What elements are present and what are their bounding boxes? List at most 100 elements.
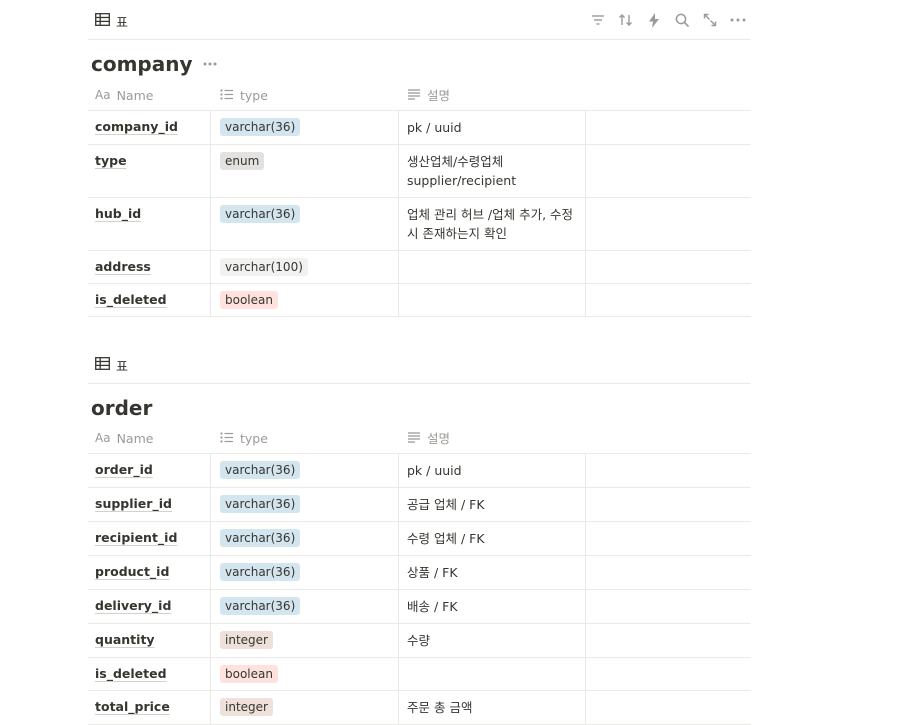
type-cell[interactable]: varchar(36) (211, 590, 399, 623)
more-icon[interactable] (729, 11, 747, 29)
type-cell[interactable]: varchar(36) (211, 454, 399, 487)
name-cell[interactable]: order_id (88, 454, 211, 487)
empty-cell[interactable] (586, 145, 751, 197)
column-header-name[interactable]: Aa Name (88, 80, 211, 110)
name-cell[interactable]: total_price (88, 691, 211, 724)
description-cell[interactable]: 업체 관리 허브 /업체 추가, 수정 시 존재하는지 확인 (399, 198, 586, 250)
description-cell[interactable]: 상품 / FK (399, 556, 586, 589)
lightning-icon[interactable] (645, 11, 663, 29)
database-title-company[interactable]: company (91, 52, 217, 76)
description-cell[interactable] (399, 284, 586, 316)
empty-cell[interactable] (586, 658, 751, 690)
row-name[interactable]: company_id (95, 119, 178, 134)
type-cell[interactable]: enum (211, 145, 399, 197)
name-cell[interactable]: recipient_id (88, 522, 211, 555)
table-row[interactable]: order_id varchar(36) pk / uuid (88, 454, 751, 488)
empty-cell[interactable] (586, 590, 751, 623)
description-cell[interactable]: 수량 (399, 624, 586, 657)
name-cell[interactable]: product_id (88, 556, 211, 589)
description-cell[interactable] (399, 251, 586, 283)
name-cell[interactable]: is_deleted (88, 284, 211, 316)
empty-cell[interactable] (586, 624, 751, 657)
view-tab-table[interactable]: 표 (95, 12, 128, 31)
empty-cell[interactable] (586, 691, 751, 724)
description-cell[interactable] (399, 658, 586, 690)
description-cell[interactable]: pk / uuid (399, 111, 586, 144)
expand-icon[interactable] (701, 11, 719, 29)
empty-cell[interactable] (586, 198, 751, 250)
row-name[interactable]: recipient_id (95, 530, 177, 545)
table-row[interactable]: is_deleted boolean (88, 284, 751, 317)
table-row[interactable]: address varchar(100) (88, 251, 751, 284)
description-cell[interactable]: 주문 총 금액 (399, 691, 586, 724)
row-name[interactable]: supplier_id (95, 496, 172, 511)
name-cell[interactable]: is_deleted (88, 658, 211, 690)
empty-cell[interactable] (586, 454, 751, 487)
view-bar-order: 표 (88, 344, 751, 384)
row-name[interactable]: is_deleted (95, 292, 167, 307)
empty-cell[interactable] (586, 284, 751, 316)
row-name[interactable]: quantity (95, 632, 155, 647)
empty-cell[interactable] (586, 522, 751, 555)
name-cell[interactable]: address (88, 251, 211, 283)
name-cell[interactable]: hub_id (88, 198, 211, 250)
column-header-description[interactable]: 설명 (399, 80, 586, 110)
type-cell[interactable]: varchar(36) (211, 488, 399, 521)
sort-icon[interactable] (617, 11, 635, 29)
empty-cell[interactable] (586, 556, 751, 589)
more-icon[interactable] (203, 62, 217, 66)
row-name[interactable]: order_id (95, 462, 153, 477)
table-row[interactable]: product_id varchar(36) 상품 / FK (88, 556, 751, 590)
name-cell[interactable]: delivery_id (88, 590, 211, 623)
name-cell[interactable]: type (88, 145, 211, 197)
type-cell[interactable]: boolean (211, 284, 399, 316)
type-cell[interactable]: boolean (211, 658, 399, 690)
column-header-name[interactable]: Aa Name (88, 423, 211, 453)
empty-cell[interactable] (586, 111, 751, 144)
type-tag: varchar(36) (220, 461, 301, 479)
row-name[interactable]: is_deleted (95, 666, 167, 681)
row-name[interactable]: type (95, 153, 127, 168)
description-cell[interactable]: 생산업체/수령업체 supplier/recipient (399, 145, 586, 197)
type-cell[interactable]: varchar(36) (211, 198, 399, 250)
description-cell[interactable]: 배송 / FK (399, 590, 586, 623)
empty-cell[interactable] (586, 251, 751, 283)
description-cell[interactable]: 수령 업체 / FK (399, 522, 586, 555)
empty-cell[interactable] (586, 488, 751, 521)
type-cell[interactable]: varchar(100) (211, 251, 399, 283)
filter-icon[interactable] (589, 11, 607, 29)
type-cell[interactable]: varchar(36) (211, 522, 399, 555)
search-icon[interactable] (673, 11, 691, 29)
type-cell[interactable]: varchar(36) (211, 111, 399, 144)
row-name[interactable]: hub_id (95, 206, 141, 221)
type-cell[interactable]: integer (211, 624, 399, 657)
type-tag: boolean (220, 665, 278, 683)
row-description: 상품 / FK (407, 565, 458, 580)
table-row[interactable]: quantity integer 수량 (88, 624, 751, 658)
column-header-type[interactable]: type (211, 423, 399, 453)
row-name[interactable]: product_id (95, 564, 169, 579)
column-header-description[interactable]: 설명 (399, 423, 586, 453)
table-row[interactable]: is_deleted boolean (88, 658, 751, 691)
row-name[interactable]: total_price (95, 699, 170, 714)
name-cell[interactable]: quantity (88, 624, 211, 657)
table-row[interactable]: hub_id varchar(36) 업체 관리 허브 /업체 추가, 수정 시 존… (88, 198, 751, 251)
description-cell[interactable]: 공급 업체 / FK (399, 488, 586, 521)
type-cell[interactable]: varchar(36) (211, 556, 399, 589)
table-row[interactable]: type enum 생산업체/수령업체 supplier/recipient (88, 145, 751, 198)
text-property-icon: Aa (95, 431, 111, 445)
table-row[interactable]: supplier_id varchar(36) 공급 업체 / FK (88, 488, 751, 522)
row-name[interactable]: delivery_id (95, 598, 171, 613)
database-title-order[interactable]: order (91, 396, 152, 420)
view-tab-table[interactable]: 표 (95, 356, 128, 375)
description-cell[interactable]: pk / uuid (399, 454, 586, 487)
column-header-type[interactable]: type (211, 80, 399, 110)
name-cell[interactable]: company_id (88, 111, 211, 144)
table-row[interactable]: delivery_id varchar(36) 배송 / FK (88, 590, 751, 624)
name-cell[interactable]: supplier_id (88, 488, 211, 521)
table-row[interactable]: company_id varchar(36) pk / uuid (88, 111, 751, 145)
row-name[interactable]: address (95, 259, 151, 274)
table-row[interactable]: total_price integer 주문 총 금액 (88, 691, 751, 725)
table-row[interactable]: recipient_id varchar(36) 수령 업체 / FK (88, 522, 751, 556)
type-cell[interactable]: integer (211, 691, 399, 724)
